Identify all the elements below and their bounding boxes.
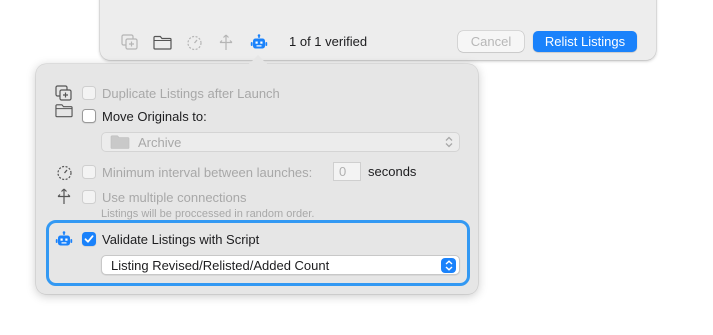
archive-folder-select[interactable]: Archive	[101, 132, 460, 152]
folder-icon	[110, 135, 130, 149]
min-interval-field[interactable]: 0	[333, 162, 361, 181]
min-interval-option: Minimum interval between launches:	[82, 163, 312, 181]
min-interval-checkbox[interactable]	[82, 165, 96, 179]
stopwatch-icon[interactable]	[184, 33, 204, 51]
verification-status: 1 of 1 verified	[289, 34, 368, 49]
duplicate-label: Duplicate Listings after Launch	[102, 85, 280, 101]
move-originals-option: Move Originals to:	[82, 107, 207, 125]
stopwatch-icon	[55, 163, 73, 181]
multiple-connections-note: Listings will be proccessed in random or…	[101, 208, 315, 220]
robot-icon[interactable]	[249, 33, 269, 51]
cancel-button[interactable]: Cancel	[458, 31, 524, 52]
multiple-connections-option: Use multiple connections	[82, 188, 247, 206]
connections-icon[interactable]	[216, 33, 236, 51]
relist-listings-button[interactable]: Relist Listings	[533, 31, 637, 52]
multiple-connections-label: Use multiple connections	[102, 189, 247, 205]
min-interval-label: Minimum interval between launches:	[102, 164, 313, 180]
move-originals-checkbox[interactable]	[82, 109, 96, 123]
duplicate-checkbox[interactable]	[82, 86, 96, 100]
connections-icon	[55, 187, 73, 205]
duplicate-icon[interactable]	[120, 33, 140, 51]
archive-folder-value: Archive	[138, 134, 182, 150]
folder-icon[interactable]	[152, 33, 172, 51]
multiple-connections-checkbox[interactable]	[82, 190, 96, 204]
chevron-updown-icon	[445, 136, 453, 151]
popover-arrow	[248, 55, 268, 65]
move-originals-label: Move Originals to:	[102, 108, 207, 124]
folder-icon	[55, 101, 73, 119]
duplicate-option: Duplicate Listings after Launch	[82, 84, 280, 102]
duplicate-icon	[55, 84, 73, 102]
toolbar: 1 of 1 verified Cancel Relist Listings	[100, 0, 656, 60]
min-interval-unit: seconds	[368, 164, 417, 179]
validate-section-highlight	[46, 220, 470, 286]
